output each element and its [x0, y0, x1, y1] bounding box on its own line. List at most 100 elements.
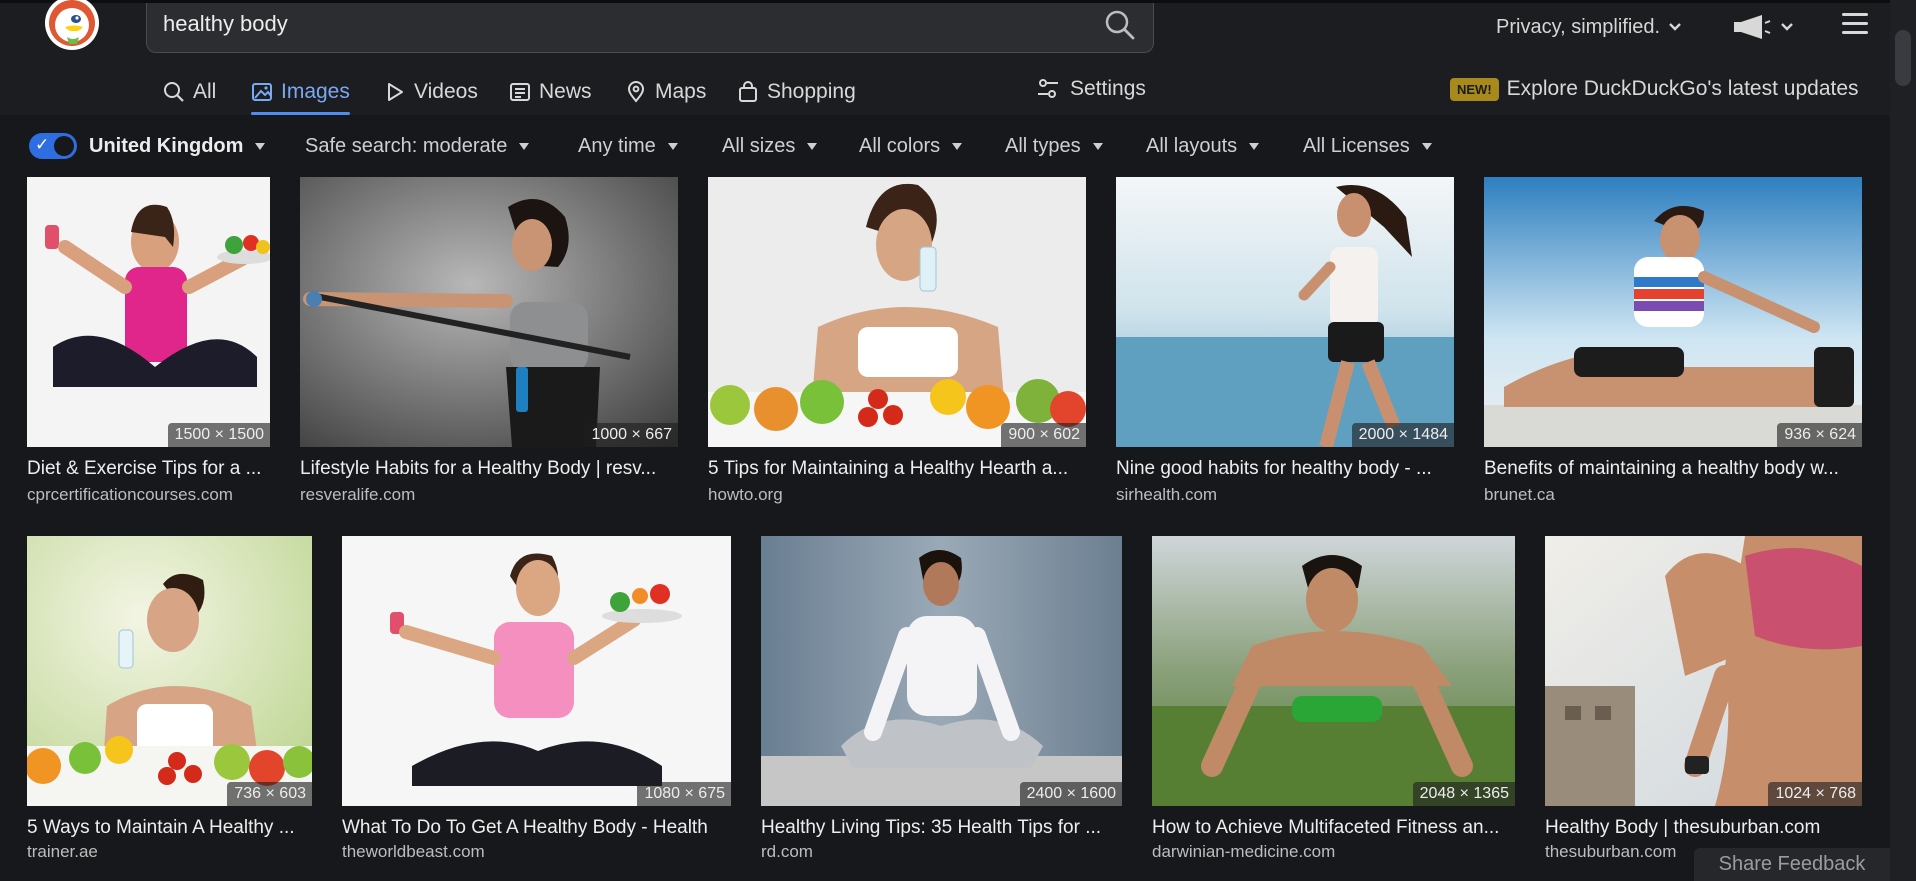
image-dimensions: 1000 × 667 — [584, 423, 678, 447]
tab-maps[interactable]: Maps — [625, 69, 706, 115]
image-dimensions: 1500 × 1500 — [167, 423, 270, 447]
search-icon[interactable] — [1103, 8, 1137, 42]
result-thumbnail[interactable]: 900 × 602 — [708, 177, 1086, 447]
result-source[interactable]: sirhealth.com — [1116, 485, 1454, 505]
image-dimensions: 1080 × 675 — [637, 782, 731, 806]
tab-videos[interactable]: Videos — [384, 69, 478, 115]
result-source[interactable]: theworldbeast.com — [342, 842, 731, 862]
tab-label: Shopping — [767, 80, 856, 103]
image-icon — [252, 83, 272, 101]
caret-down-icon — [952, 142, 963, 150]
result-thumbnail[interactable]: 936 × 624 — [1484, 177, 1862, 447]
header: Privacy, simplified. All Images Vid — [0, 0, 1890, 115]
result-source[interactable]: darwinian-medicine.com — [1152, 842, 1515, 862]
tab-label: All — [193, 80, 217, 103]
result-source[interactable]: resveralife.com — [300, 485, 678, 505]
caret-down-icon — [255, 142, 266, 150]
settings-link[interactable]: Settings — [1036, 69, 1146, 109]
result-title[interactable]: Benefits of maintaining a healthy body w… — [1484, 458, 1862, 480]
license-filter-dropdown[interactable]: All Licenses — [1303, 130, 1432, 162]
result-title[interactable]: Diet & Exercise Tips for a ... — [27, 458, 270, 480]
hamburger-menu-icon[interactable] — [1842, 13, 1868, 37]
search-type-tabs: All Images Videos News Maps Shopping Set… — [0, 69, 1890, 115]
safe-search-dropdown[interactable]: Safe search: moderate — [305, 130, 530, 162]
result-thumbnail[interactable]: 1000 × 667 — [300, 177, 678, 447]
result-source[interactable]: cprcertificationcourses.com — [27, 485, 270, 505]
region-dropdown[interactable]: United Kingdom — [89, 130, 266, 162]
privacy-dropdown[interactable]: Privacy, simplified. — [1496, 12, 1682, 42]
tab-label: Videos — [414, 80, 478, 103]
result-title[interactable]: Healthy Living Tips: 35 Health Tips for … — [761, 817, 1122, 839]
result-thumbnail[interactable]: 2400 × 1600 — [761, 536, 1122, 806]
image-dimensions: 1024 × 768 — [1768, 782, 1862, 806]
result-source[interactable]: trainer.ae — [27, 842, 312, 862]
result-title[interactable]: Nine good habits for healthy body - ... — [1116, 458, 1454, 480]
megaphone-icon — [1734, 15, 1771, 39]
privacy-label: Privacy, simplified. — [1496, 15, 1661, 38]
chevron-down-icon — [1669, 23, 1681, 31]
checkmark-icon: ✓ — [35, 135, 50, 154]
search-box — [146, 3, 1154, 53]
tab-label: Images — [281, 80, 350, 103]
caret-down-icon — [1092, 142, 1103, 150]
filter-label: All sizes — [722, 134, 796, 157]
duckduckgo-logo[interactable] — [43, 0, 101, 53]
filter-label: All Licenses — [1303, 134, 1410, 157]
result-thumbnail[interactable]: 1080 × 675 — [342, 536, 731, 806]
result-source[interactable]: brunet.ca — [1484, 485, 1862, 505]
megaphone-dropdown[interactable] — [1732, 12, 1794, 42]
caret-down-icon — [667, 142, 678, 150]
filter-label: All colors — [859, 134, 941, 157]
result-title[interactable]: How to Achieve Multifaceted Fitness an..… — [1152, 817, 1515, 839]
tab-images[interactable]: Images — [251, 69, 350, 115]
latest-updates-link[interactable]: NEW! Explore DuckDuckGo's latest updates — [1450, 69, 1859, 109]
share-feedback-button[interactable]: Share Feedback — [1694, 848, 1890, 881]
scrollbar-thumb[interactable] — [1895, 30, 1911, 86]
image-dimensions: 2048 × 1365 — [1412, 782, 1515, 806]
settings-label: Settings — [1070, 77, 1146, 100]
result-thumbnail[interactable]: 2000 × 1484 — [1116, 177, 1454, 447]
search-input[interactable] — [163, 9, 1063, 39]
filter-label: Safe search: moderate — [305, 134, 508, 157]
tab-label: Maps — [655, 80, 707, 103]
result-title[interactable]: Lifestyle Habits for a Healthy Body | re… — [300, 458, 678, 480]
result-thumbnail[interactable]: 1500 × 1500 — [27, 177, 270, 447]
updates-label: Explore DuckDuckGo's latest updates — [1506, 77, 1859, 100]
layout-filter-dropdown[interactable]: All layouts — [1146, 130, 1260, 162]
newspaper-icon — [510, 83, 530, 101]
search-icon — [164, 82, 184, 102]
region-toggle[interactable]: ✓ — [29, 133, 77, 159]
result-thumbnail[interactable]: 736 × 603 — [27, 536, 312, 806]
shopping-bag-icon — [739, 81, 757, 102]
new-badge: NEW! — [1450, 77, 1499, 101]
tab-label: News — [539, 80, 592, 103]
result-source[interactable]: howto.org — [708, 485, 1086, 505]
tab-news[interactable]: News — [509, 69, 592, 115]
size-filter-dropdown[interactable]: All sizes — [722, 130, 818, 162]
image-dimensions: 736 × 603 — [227, 782, 312, 806]
image-dimensions: 936 × 624 — [1777, 423, 1862, 447]
caret-down-icon — [1421, 142, 1432, 150]
result-title[interactable]: 5 Ways to Maintain A Healthy ... — [27, 817, 312, 839]
type-filter-dropdown[interactable]: All types — [1005, 130, 1103, 162]
result-title[interactable]: 5 Tips for Maintaining a Healthy Hearth … — [708, 458, 1086, 480]
filter-label: Any time — [578, 134, 656, 157]
tab-shopping[interactable]: Shopping — [737, 69, 856, 115]
color-filter-dropdown[interactable]: All colors — [859, 130, 963, 162]
tab-all[interactable]: All — [163, 69, 216, 115]
vertical-scrollbar[interactable] — [1890, 0, 1916, 881]
caret-down-icon — [807, 142, 818, 150]
result-thumbnail[interactable]: 2048 × 1365 — [1152, 536, 1515, 806]
result-title[interactable]: What To Do To Get A Healthy Body - Healt… — [342, 817, 731, 839]
result-source[interactable]: rd.com — [761, 842, 1122, 862]
result-thumbnail[interactable]: 1024 × 768 — [1545, 536, 1862, 806]
filter-label: All layouts — [1146, 134, 1238, 157]
region-label: United Kingdom — [89, 134, 244, 157]
filter-bar: ✓ United Kingdom Safe search: moderate A… — [0, 120, 1890, 172]
caret-down-icon — [519, 142, 530, 150]
image-dimensions: 900 × 602 — [1001, 423, 1086, 447]
time-filter-dropdown[interactable]: Any time — [578, 130, 678, 162]
image-dimensions: 2000 × 1484 — [1351, 423, 1454, 447]
play-icon — [388, 83, 403, 101]
result-title[interactable]: Healthy Body | thesuburban.com — [1545, 817, 1862, 839]
